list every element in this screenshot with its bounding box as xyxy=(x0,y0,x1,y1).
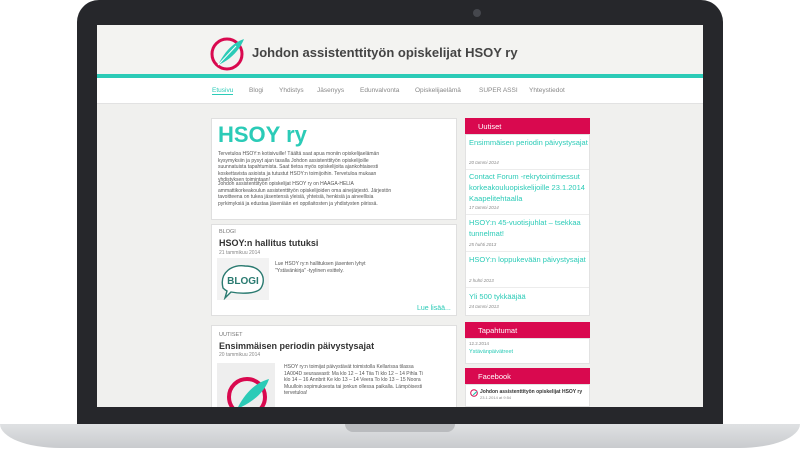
news-item-date: 20 tammi 2014 xyxy=(469,160,499,165)
blog-card: BLOGI HSOY:n hallitus tutuksi 21 tammiku… xyxy=(211,224,457,316)
news-item-date: 25 huhti 2013 xyxy=(469,242,497,247)
news-item-divider xyxy=(466,287,589,288)
intro-paragraph-2: Johdon assistenttityön opiskelijat HSOY … xyxy=(218,181,392,207)
nav-item-super-assi[interactable]: SUPER ASSI xyxy=(479,87,518,94)
events-widget-header: Tapahtumat xyxy=(465,322,590,338)
site-header: Johdon assistenttityön opiskelijat HSOY … xyxy=(97,25,703,75)
nav-item-edunvalvonta[interactable]: Edunvalvonta xyxy=(360,87,399,94)
news-item-divider xyxy=(466,251,589,252)
facebook-widget-heading: Facebook xyxy=(478,372,511,381)
nav-item-blogi[interactable]: Blogi xyxy=(249,87,263,94)
news-item-title[interactable]: HSOY:n 45-vuotisjuhlat – tsekkaa tunnelm… xyxy=(469,217,589,239)
news-post-card: UUTISET Ensimmäisen periodin päivystysaj… xyxy=(211,325,457,407)
section-label-uutiset: UUTISET xyxy=(219,332,243,338)
main-nav: Etusivu Blogi Yhdistys Jäsenyys Edunvalv… xyxy=(97,78,703,104)
site-title[interactable]: Johdon assistenttityön opiskelijat HSOY … xyxy=(252,45,518,60)
news-item-title[interactable]: Yli 500 tykkääjää xyxy=(469,291,589,302)
hsoy-logo-thumbnail-icon[interactable] xyxy=(217,363,275,407)
intro-paragraph-1: Tervetuloa HSOY:n kotisivuille! Täältä s… xyxy=(218,151,380,183)
event-date: 12.2.2014 xyxy=(469,341,490,346)
news-item-title[interactable]: Ensimmäisen periodin päivystysajat xyxy=(469,137,589,148)
read-more-link[interactable]: Lue lisää... xyxy=(417,305,451,312)
news-item-date: 24 tammi 2013 xyxy=(469,304,499,309)
news-widget-list: Ensimmäisen periodin päivystysajat 20 ta… xyxy=(465,134,590,316)
blogi-stamp-text: BLOGI xyxy=(227,276,259,287)
news-item-title[interactable]: HSOY:n loppukevään päivystysajat xyxy=(469,254,589,265)
nav-item-opiskelijaelama[interactable]: Opiskelijaelämä xyxy=(415,87,461,94)
blog-post-excerpt: Lue HSOY ry:n hallituksen jäsenten lyhyt… xyxy=(275,261,366,274)
news-widget-header: Uutiset xyxy=(465,118,590,134)
camera-icon xyxy=(473,9,481,17)
nav-item-etusivu[interactable]: Etusivu xyxy=(212,87,234,95)
blog-post-title[interactable]: HSOY:n hallitus tutuksi xyxy=(219,238,318,248)
intro-card: HSOY ry Tervetuloa HSOY:n kotisivuille! … xyxy=(211,118,457,220)
facebook-widget-header: Facebook xyxy=(465,368,590,384)
news-widget-heading: Uutiset xyxy=(478,122,502,131)
hsoy-logo-icon[interactable] xyxy=(210,35,246,71)
hsoy-logo-small-icon[interactable] xyxy=(470,389,478,397)
blogi-stamp-icon[interactable]: BLOGI xyxy=(217,258,269,300)
news-item-date: 2 huhti 2013 xyxy=(469,278,494,283)
facebook-widget-body: Johdon assistenttityön opiskelijat HSOY … xyxy=(465,384,590,407)
news-post-title[interactable]: Ensimmäisen periodin päivystysajat xyxy=(219,341,374,351)
page-title: HSOY ry xyxy=(218,122,307,147)
browser-screen: Johdon assistenttityön opiskelijat HSOY … xyxy=(97,25,703,407)
news-post-excerpt: HSOY ry:n toimijat päivystävät toimistol… xyxy=(284,364,423,396)
nav-item-jasenyys[interactable]: Jäsenyys xyxy=(317,87,344,94)
nav-item-yhteystiedot[interactable]: Yhteystiedot xyxy=(529,87,565,94)
event-title[interactable]: Ystävänpäivätreet xyxy=(469,347,589,358)
news-item-title[interactable]: Contact Forum -rekrytointimessut korkeak… xyxy=(469,171,589,204)
nav-item-yhdistys[interactable]: Yhdistys xyxy=(279,87,304,94)
blog-post-date: 21 tammikuu 2014 xyxy=(219,250,261,256)
facebook-post-date: 23.1.2014 at 9:54 xyxy=(480,395,512,400)
events-widget-body: 12.2.2014 Ystävänpäivätreet xyxy=(465,338,590,364)
news-item-date: 17 tammi 2014 xyxy=(469,205,499,210)
events-widget-heading: Tapahtumat xyxy=(478,326,518,335)
laptop-notch xyxy=(345,424,455,432)
news-item-divider xyxy=(466,214,589,215)
news-post-date: 20 tammikuu 2014 xyxy=(219,352,261,358)
section-label-blogi: BLOGI xyxy=(219,229,236,235)
news-item-divider xyxy=(466,169,589,170)
